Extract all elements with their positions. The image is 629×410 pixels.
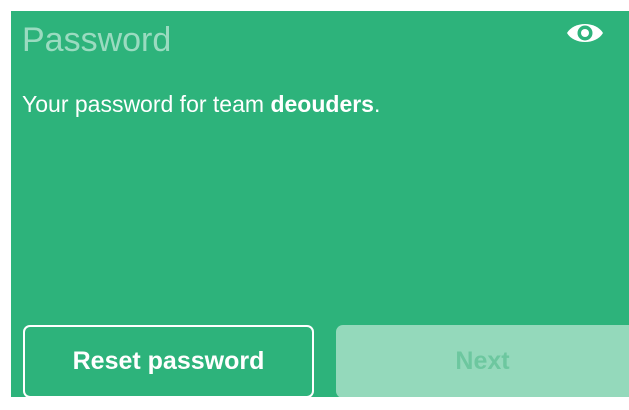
team-password-message: Your password for team deouders. [22, 91, 380, 118]
reset-password-button[interactable]: Reset password [23, 325, 314, 397]
password-panel: Your password for team deouders. Reset p… [11, 11, 629, 397]
team-message-suffix: . [373, 91, 381, 117]
next-button[interactable]: Next [336, 325, 629, 397]
password-input[interactable] [11, 11, 629, 69]
team-name: deouders [270, 91, 374, 117]
eye-icon [567, 24, 603, 42]
team-message-prefix: Your password for team [22, 91, 271, 117]
show-password-toggle[interactable] [563, 18, 607, 48]
